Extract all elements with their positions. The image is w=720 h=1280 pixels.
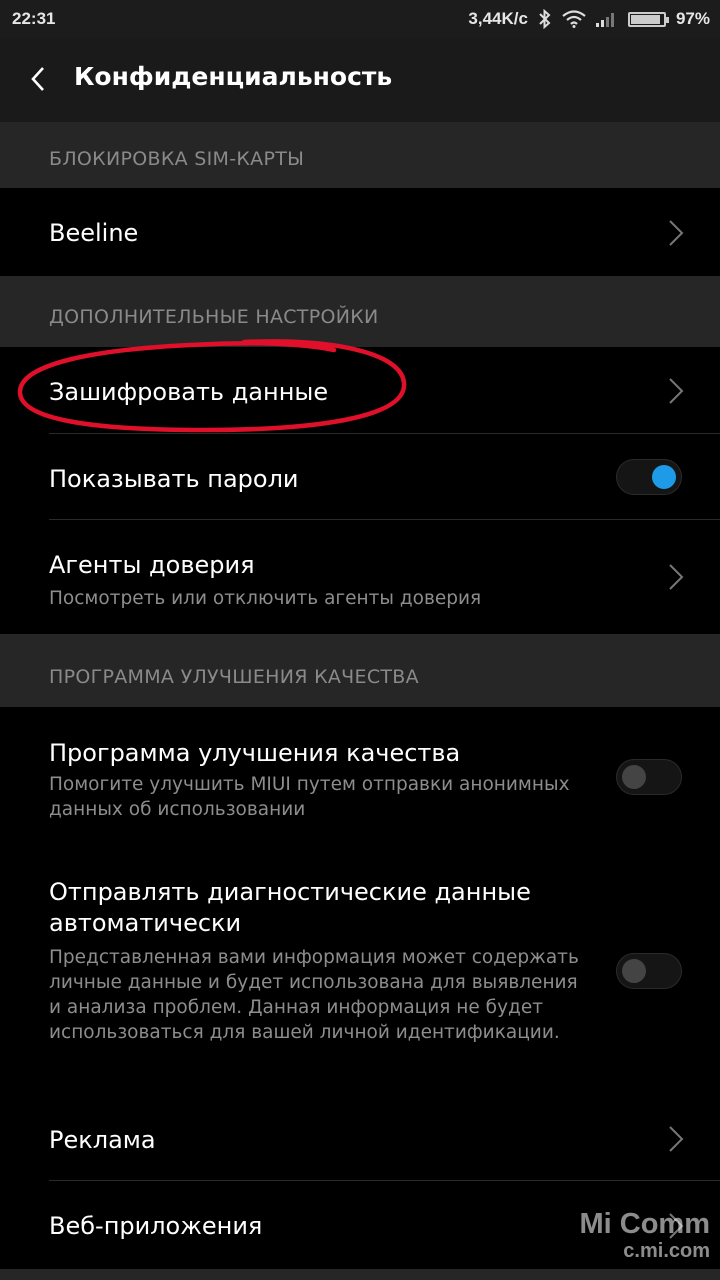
row-show-passwords[interactable]: Показывать пароли — [0, 434, 720, 520]
section-header-quality: ПРОГРАММА УЛУЧШЕНИЯ КАЧЕСТВА — [0, 634, 720, 707]
toggle-knob — [652, 465, 676, 489]
chevron-left-icon[interactable] — [24, 64, 54, 94]
section-label: БЛОКИРОВКА SIM-КАРТЫ — [49, 148, 305, 170]
watermark-line1: Mi Comm — [579, 1208, 711, 1240]
row-title: Реклама — [49, 1126, 156, 1154]
status-right: 3,44K/c 97% — [468, 9, 710, 29]
row-title: Веб-приложения — [49, 1212, 263, 1240]
row-trust-agents[interactable]: Агенты доверия Посмотреть или отключить … — [0, 520, 720, 634]
row-title: Отправлять диагностические данные автома… — [49, 878, 531, 937]
chevron-right-icon — [669, 1126, 684, 1152]
row-quality-program[interactable]: Программа улучшения качества Помогите ул… — [0, 707, 720, 855]
row-title: Beeline — [49, 219, 139, 247]
row-beeline[interactable]: Beeline — [0, 188, 720, 276]
section-label: ПРОГРАММА УЛУЧШЕНИЯ КАЧЕСТВА — [49, 666, 419, 688]
section-label: ДОПОЛНИТЕЛЬНЫЕ НАСТРОЙКИ — [49, 306, 379, 328]
row-title: Зашифровать данные — [49, 378, 329, 406]
row-subtitle: Представленная вами информация может сод… — [49, 947, 579, 1043]
row-subtitle: Помогите улучшить MIUI путем отправки ан… — [49, 774, 570, 820]
row-diagnostics[interactable]: Отправлять диагностические данные автома… — [0, 855, 720, 1095]
battery-icon — [627, 11, 669, 27]
app-header: Конфиденциальность — [0, 38, 720, 122]
row-subtitle: Посмотреть или отключить агенты доверия — [49, 588, 482, 609]
network-speed: 3,44K/c — [468, 9, 528, 28]
row-title: Показывать пароли — [49, 465, 299, 493]
toggle-knob — [622, 959, 646, 983]
status-bar: 22:31 3,44K/c 97% — [0, 0, 720, 38]
wifi-icon — [562, 10, 586, 28]
show-passwords-toggle[interactable] — [616, 459, 682, 495]
battery-percent: 97% — [675, 9, 710, 28]
status-time: 22:31 — [12, 9, 56, 28]
row-encrypt-data[interactable]: Зашифровать данные — [0, 347, 720, 434]
bottom-strip — [0, 1269, 720, 1280]
watermark-line2: c.mi.com — [623, 1240, 710, 1262]
page-title: Конфиденциальность — [74, 62, 393, 91]
bluetooth-icon — [538, 9, 552, 29]
toggle-knob — [622, 765, 646, 789]
row-title: Агенты доверия — [49, 551, 255, 579]
chevron-right-icon — [669, 220, 684, 246]
signal-icon — [595, 11, 618, 27]
chevron-right-icon — [669, 378, 684, 404]
row-title: Программа улучшения качества — [49, 739, 461, 767]
diagnostics-toggle[interactable] — [616, 953, 682, 989]
quality-program-toggle[interactable] — [616, 759, 682, 795]
chevron-right-icon — [669, 564, 684, 590]
row-ads[interactable]: Реклама — [0, 1095, 720, 1181]
section-header-sim-lock: БЛОКИРОВКА SIM-КАРТЫ — [0, 122, 720, 188]
section-header-advanced: ДОПОЛНИТЕЛЬНЫЕ НАСТРОЙКИ — [0, 276, 720, 347]
watermark: Mi Comm c.mi.com — [580, 1208, 711, 1262]
